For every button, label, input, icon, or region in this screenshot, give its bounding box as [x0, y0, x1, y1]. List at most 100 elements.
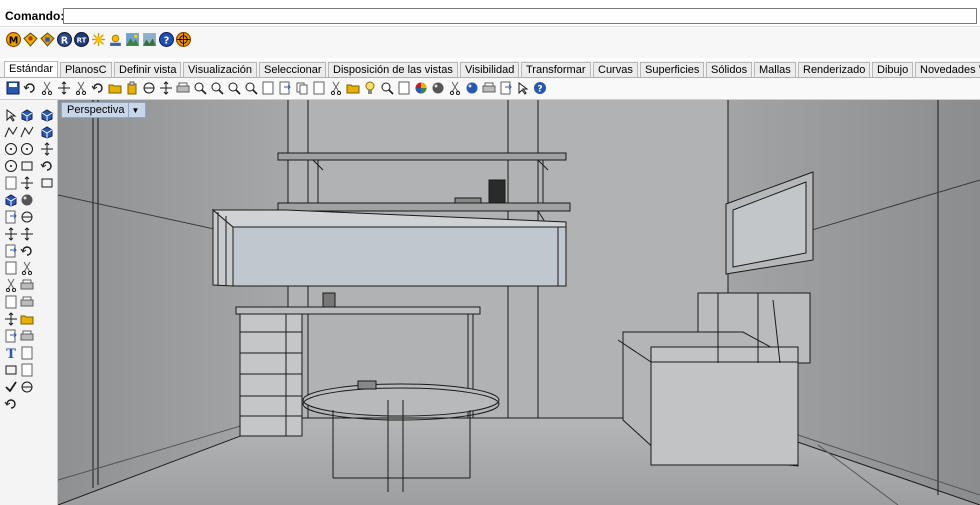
select-window-icon[interactable] — [516, 81, 530, 95]
rotate-icon[interactable] — [20, 278, 34, 292]
solid-box-icon[interactable] — [4, 193, 18, 207]
cylinder-icon[interactable] — [4, 210, 18, 224]
perspective-viewport[interactable]: Perspectiva ▼ — [58, 100, 980, 505]
offset-icon[interactable] — [20, 329, 34, 343]
rectangle-icon[interactable] — [20, 159, 34, 173]
zoom-window-icon[interactable] — [210, 81, 224, 95]
rotate-view-icon[interactable] — [176, 81, 190, 95]
car-icon[interactable] — [295, 81, 309, 95]
color-wheel-icon[interactable] — [414, 81, 428, 95]
render-preview-icon[interactable] — [448, 81, 462, 95]
tab-dibujo[interactable]: Dibujo — [872, 62, 914, 77]
curve-icon[interactable] — [20, 125, 34, 139]
sun-icon[interactable] — [91, 32, 106, 47]
new-icon[interactable] — [6, 81, 20, 95]
array-icon[interactable] — [4, 312, 18, 326]
polygon-icon[interactable] — [4, 176, 18, 190]
align-icon[interactable] — [20, 312, 34, 326]
tab-estándar[interactable]: Estándar — [4, 61, 59, 77]
print-icon[interactable] — [57, 81, 71, 95]
zoom-extents-icon[interactable] — [227, 81, 241, 95]
box-icon[interactable] — [40, 108, 54, 122]
cplane-icon[interactable] — [329, 81, 343, 95]
surface-icon[interactable] — [40, 142, 54, 156]
tab-curvas[interactable]: Curvas — [593, 62, 638, 77]
snap-icon[interactable] — [499, 81, 513, 95]
arc-icon[interactable] — [4, 142, 18, 156]
save-icon[interactable] — [40, 81, 54, 95]
chevron-down-icon[interactable]: ▼ — [128, 103, 139, 118]
viewport-title-tab[interactable]: Perspectiva ▼ — [61, 102, 147, 118]
pan-icon[interactable] — [159, 81, 173, 95]
split-icon[interactable] — [4, 244, 18, 258]
render-icon[interactable]: R — [57, 32, 72, 47]
tab-mallas[interactable]: Mallas — [754, 62, 796, 77]
wireframe-scene[interactable] — [58, 100, 980, 505]
solid-sphere-icon[interactable] — [20, 193, 34, 207]
extrude-icon[interactable] — [20, 227, 34, 241]
show-icon[interactable] — [346, 81, 360, 95]
tab-visualización[interactable]: Visualización — [183, 62, 258, 77]
join-icon[interactable] — [4, 261, 18, 275]
grid-target-icon[interactable] — [176, 32, 191, 47]
mesh-icon[interactable] — [4, 227, 18, 241]
tab-renderizado[interactable]: Renderizado — [798, 62, 871, 77]
light-icon[interactable] — [363, 81, 377, 95]
polyline-icon[interactable] — [4, 125, 18, 139]
import-icon[interactable] — [74, 81, 88, 95]
lock-icon[interactable] — [380, 81, 394, 95]
grid-icon[interactable] — [40, 176, 54, 190]
tab-transformar[interactable]: Transformar — [521, 62, 591, 77]
text-icon[interactable]: T — [4, 346, 18, 360]
trim-icon[interactable] — [20, 244, 34, 258]
tab-novedades-v5[interactable]: Novedades V5 — [915, 62, 980, 77]
grid-icon[interactable] — [4, 363, 18, 377]
zoom-selected-icon[interactable] — [244, 81, 258, 95]
tab-definir-vista[interactable]: Definir vista — [114, 62, 182, 77]
environment-icon[interactable] — [142, 32, 157, 47]
fillet-icon[interactable] — [4, 329, 18, 343]
cut-icon[interactable] — [91, 81, 105, 95]
check-icon[interactable] — [4, 380, 18, 394]
scale-icon[interactable] — [4, 295, 18, 309]
tab-superficies[interactable]: Superficies — [640, 62, 705, 77]
four-viewports-icon[interactable] — [278, 81, 292, 95]
tab-seleccionar[interactable]: Seleccionar — [259, 62, 327, 77]
render-tools-icon[interactable]: RT — [74, 32, 89, 47]
material-editor-icon[interactable] — [40, 32, 55, 47]
tab-sólidos[interactable]: Sólidos — [706, 62, 753, 77]
solid-box-icon[interactable] — [40, 125, 54, 139]
layout-icon[interactable] — [20, 363, 34, 377]
move-icon[interactable] — [4, 278, 18, 292]
environment-icon[interactable] — [125, 32, 140, 47]
maxwell-icon[interactable]: M — [6, 32, 21, 47]
select-arrow-icon[interactable] — [4, 108, 18, 122]
lighting-icon[interactable] — [108, 32, 123, 47]
tab-planosc[interactable]: PlanosC — [60, 62, 112, 77]
render-icon[interactable] — [40, 159, 54, 173]
explode-icon[interactable] — [20, 261, 34, 275]
box-icon[interactable] — [20, 108, 34, 122]
material-icon[interactable] — [23, 32, 38, 47]
circle-icon[interactable] — [20, 142, 34, 156]
undo-icon[interactable] — [142, 81, 156, 95]
dimension-icon[interactable] — [20, 346, 34, 360]
hide-icon[interactable] — [312, 81, 326, 95]
undo-view-icon[interactable] — [261, 81, 275, 95]
paint-icon[interactable] — [4, 397, 18, 411]
surface-icon[interactable] — [20, 176, 34, 190]
copy-icon[interactable] — [108, 81, 122, 95]
zoom-icon[interactable] — [193, 81, 207, 95]
paste-icon[interactable] — [125, 81, 139, 95]
help-icon[interactable]: ? — [159, 32, 174, 47]
tab-disposición-de-las-vistas[interactable]: Disposición de las vistas — [328, 62, 458, 77]
points-icon[interactable] — [482, 81, 496, 95]
command-input[interactable] — [63, 8, 977, 24]
analyze-icon[interactable] — [20, 380, 34, 394]
open-icon[interactable] — [23, 81, 37, 95]
mirror-icon[interactable] — [20, 295, 34, 309]
boolean-icon[interactable] — [20, 210, 34, 224]
help-icon[interactable]: ? — [533, 81, 547, 95]
layers-icon[interactable] — [397, 81, 411, 95]
ellipse-icon[interactable] — [4, 159, 18, 173]
